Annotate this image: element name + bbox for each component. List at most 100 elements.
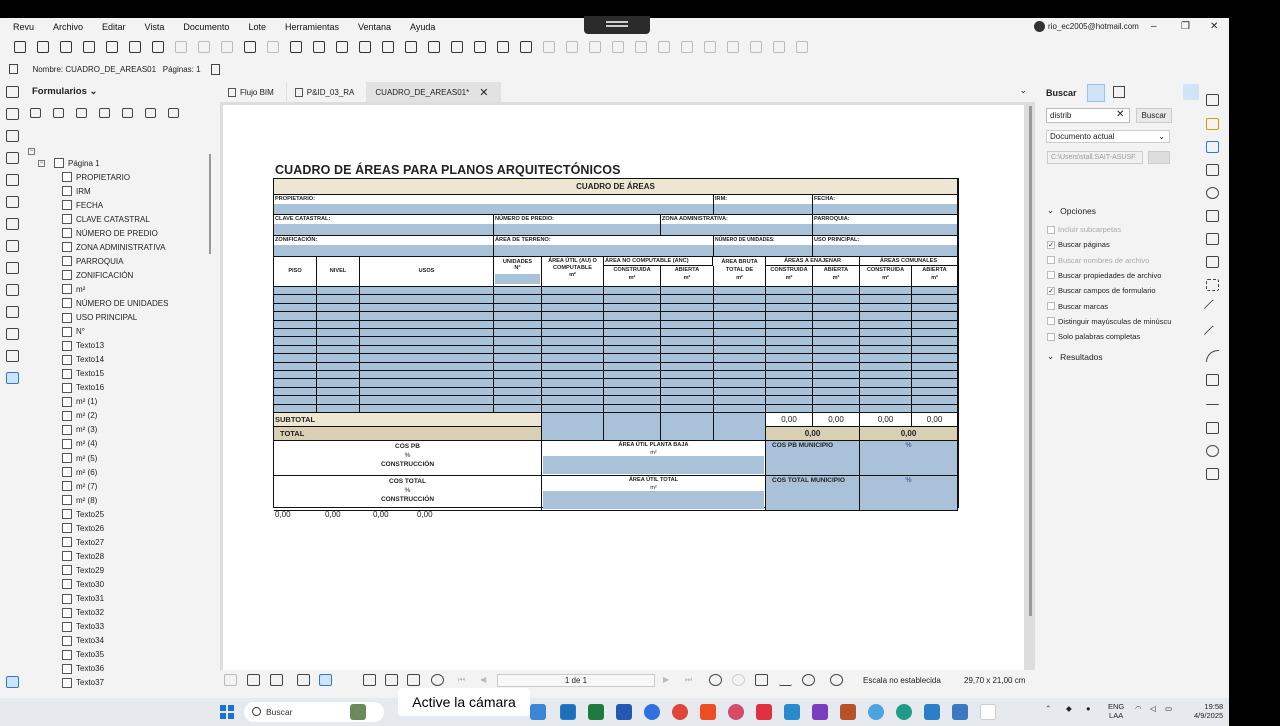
tree-field-item[interactable]: N° (62, 325, 85, 339)
table-cell-field[interactable] (714, 337, 766, 346)
table-cell-field[interactable] (813, 404, 860, 413)
calculator-icon[interactable] (952, 704, 968, 720)
table-cell-field[interactable] (274, 345, 317, 355)
align-top-icon[interactable] (612, 41, 624, 53)
collapse-icon[interactable]: − (38, 159, 45, 167)
uso-principal-field[interactable] (813, 245, 957, 256)
table-cell-field[interactable] (360, 404, 494, 413)
search-option[interactable]: ✓ Buscar páginas (1047, 240, 1110, 249)
table-cell-field[interactable] (360, 396, 494, 405)
tree-field-item[interactable]: PARROQUIA (62, 254, 123, 268)
whatsapp-icon[interactable] (896, 704, 912, 720)
menu-lote[interactable]: Lote (248, 22, 266, 32)
table-cell-field[interactable] (317, 354, 360, 363)
table-cell-field[interactable] (494, 345, 542, 355)
google-icon[interactable] (980, 704, 996, 720)
unidades-header-field[interactable] (495, 274, 540, 284)
table-cell-field[interactable] (360, 345, 494, 355)
pan-hand-icon[interactable] (363, 674, 376, 686)
menu-editar[interactable]: Editar (102, 22, 126, 32)
table-cell-field[interactable] (714, 379, 766, 388)
results-section[interactable]: ⌄ Resultados (1047, 351, 1103, 362)
battery-icon[interactable]: ▭ (1165, 704, 1172, 713)
table-cell-field[interactable] (912, 379, 958, 388)
table-cell-field[interactable] (912, 354, 958, 363)
table-cell-field[interactable] (766, 354, 813, 363)
table-cell-field[interactable] (813, 337, 860, 346)
field-edit2-icon[interactable] (359, 41, 371, 53)
table-cell-field[interactable] (604, 371, 661, 380)
search-scope-select[interactable]: Documento actual ⌄ (1046, 130, 1170, 143)
signature-icon[interactable] (6, 262, 19, 274)
table-cell-field[interactable] (766, 320, 813, 329)
search-option[interactable]: Solo palabras completas (1047, 332, 1140, 341)
table-cell-field[interactable] (604, 396, 661, 405)
menu-ventana[interactable]: Ventana (358, 22, 391, 32)
table-cell-field[interactable] (912, 303, 958, 313)
table-cell-field[interactable] (912, 295, 958, 304)
table-cell-field[interactable] (494, 387, 542, 397)
tree-field-item[interactable]: USO PRINCIPAL (62, 311, 137, 325)
table-cell-field[interactable] (766, 295, 813, 304)
list-icon[interactable] (6, 676, 19, 688)
tree-field-item[interactable]: Texto16 (62, 381, 104, 395)
tree-field-item[interactable]: Texto13 (62, 339, 104, 353)
move-icon[interactable] (727, 41, 739, 53)
table-cell-field[interactable] (714, 371, 766, 380)
checkbox-icon[interactable] (1047, 225, 1055, 234)
signature-tool-icon[interactable] (168, 108, 179, 118)
table-cell-field[interactable] (542, 362, 604, 371)
combobox-tool-icon[interactable] (122, 108, 133, 118)
table-cell-field[interactable] (661, 396, 714, 405)
table-cell-field[interactable] (317, 287, 360, 296)
distribute-v-icon[interactable] (704, 41, 716, 53)
checkbox-tool-icon[interactable] (76, 108, 87, 118)
zoom-icon[interactable] (431, 674, 444, 686)
table-cell-field[interactable] (274, 287, 317, 296)
radio-tool-icon[interactable] (53, 108, 64, 118)
dimension-icon[interactable] (1206, 404, 1219, 406)
layers-icon[interactable] (6, 130, 19, 142)
table-cell-field[interactable] (604, 312, 661, 321)
table-cell-field[interactable] (274, 371, 317, 380)
tab-cuadro-de-areas[interactable]: CUADRO_DE_AREAS01* ✕ (367, 82, 502, 102)
table-cell-field[interactable] (542, 295, 604, 304)
table-cell-field[interactable] (542, 303, 604, 313)
options-section[interactable]: ⌄ Opciones (1047, 205, 1096, 216)
app-1-icon[interactable] (530, 704, 546, 720)
table-cell-field[interactable] (860, 287, 912, 296)
table-cell-field[interactable] (714, 287, 766, 296)
table-cell-field[interactable] (766, 287, 813, 296)
print-icon[interactable] (83, 41, 95, 53)
table-cell-field[interactable] (494, 303, 542, 313)
table-cell-field[interactable] (274, 337, 317, 346)
tree-field-item[interactable]: NÚMERO DE PREDIO (62, 226, 158, 240)
measure-icon[interactable] (6, 240, 19, 252)
table-cell-field[interactable] (360, 354, 494, 363)
menu-documento[interactable]: Documento (183, 22, 229, 32)
table-cell-field[interactable] (813, 354, 860, 363)
table-cell-field[interactable] (317, 320, 360, 329)
tree-field-item[interactable]: CLAVE CATASTRAL (62, 212, 150, 226)
copy-icon[interactable] (221, 41, 233, 53)
fecha-field[interactable] (813, 204, 957, 214)
table-cell-field[interactable] (360, 379, 494, 388)
table-cell-field[interactable] (542, 387, 604, 397)
table-cell-field[interactable] (274, 396, 317, 405)
table-cell-field[interactable] (494, 371, 542, 380)
table-cell-field[interactable] (860, 396, 912, 405)
stack-icon[interactable] (6, 152, 19, 164)
table-cell-field[interactable] (274, 320, 317, 329)
word-icon[interactable] (616, 704, 632, 720)
text-field-tool-icon[interactable] (30, 108, 41, 118)
open-folder-icon[interactable] (37, 41, 49, 53)
forms-icon[interactable] (6, 372, 19, 384)
minimize-button[interactable]: – (1151, 21, 1157, 32)
prev-page-icon[interactable]: ◀ (480, 675, 486, 684)
table-cell-field[interactable] (542, 329, 604, 338)
table-cell-field[interactable] (714, 303, 766, 313)
tree-field-item[interactable]: ZONA ADMINISTRATIVA (62, 240, 166, 254)
table-cell-field[interactable] (766, 345, 813, 355)
table-cell-field[interactable] (912, 287, 958, 296)
tabs-dropdown-icon[interactable]: ⌄ (1019, 85, 1027, 96)
